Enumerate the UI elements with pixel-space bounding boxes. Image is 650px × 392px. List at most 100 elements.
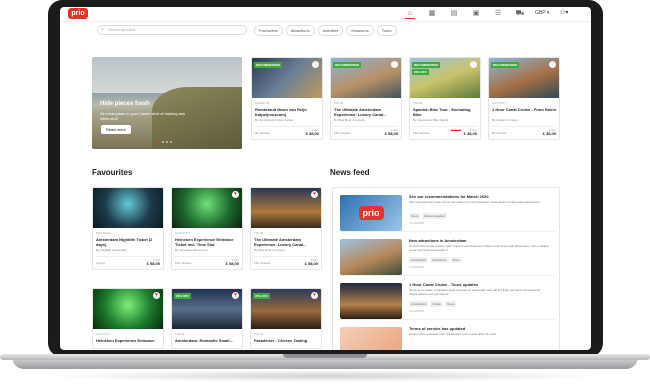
product-card[interactable]: RECOMMENDED 20% OFF ♡ TOUR Spanish Bike …	[409, 57, 481, 140]
favourite-icon[interactable]: ♥	[153, 292, 160, 299]
chip-attractions[interactable]: Attractions	[285, 25, 315, 36]
favourite-icon[interactable]: ♡	[470, 61, 477, 68]
news-title[interactable]: New attractions in Amsterdam	[409, 238, 466, 243]
card-duration: 120 minutes	[254, 261, 271, 265]
favourite-card[interactable]: ♥ ACTIVITY Heineken Experience Entrance …	[171, 187, 243, 270]
status-badge: RECOMMENDED	[254, 62, 283, 68]
news-tag[interactable]: Tours	[409, 213, 421, 219]
list-icon[interactable]: ☰	[493, 9, 503, 19]
favourite-icon[interactable]: ♥	[232, 292, 239, 299]
chip-activities[interactable]: Activities	[317, 25, 344, 36]
discount-badge: 20% OFF	[412, 69, 429, 75]
card-image: RECOMMENDED 20% OFF ♡	[410, 58, 480, 98]
favourite-card[interactable]: ♥ TOUR The Ultimate Amsterdam Experience…	[250, 187, 322, 270]
card-duration: 90 minutes	[255, 131, 270, 135]
news-tag[interactable]: Attractions	[430, 257, 449, 263]
card-duration: 120 minutes	[334, 131, 351, 135]
prio-logo[interactable]: prio	[68, 8, 88, 19]
chip-tours[interactable]: Tours	[376, 25, 397, 36]
card-duration: 120 minutes	[413, 131, 430, 135]
product-card[interactable]: RECOMMENDED ♡ TOUR The Ultimate Amsterda…	[330, 57, 402, 140]
news-feed-panel: prio See our recommendations for March 2…	[332, 187, 560, 350]
card-provider: By Blue Boat Company	[334, 118, 366, 122]
card-price: £ 38,00	[305, 131, 319, 136]
favourite-icon[interactable]: ♡	[312, 61, 319, 68]
ticket-icon[interactable]: ▣	[471, 9, 481, 19]
card-title: Heineken Experience Entrance	[96, 338, 155, 343]
read-more-button[interactable]: Read more	[101, 125, 131, 134]
search-icon: ⌕	[101, 27, 104, 33]
news-thumbnail	[340, 239, 402, 275]
favourite-icon[interactable]: ♥	[311, 191, 318, 198]
news-tag[interactable]: Cruise	[430, 301, 444, 307]
favourite-icon[interactable]: ♥	[311, 292, 318, 299]
chip-museums[interactable]: Museums	[346, 25, 374, 36]
card-category: ACTIVITY	[492, 101, 508, 105]
carousel-dot[interactable]	[158, 141, 160, 143]
news-feed-title: News feed	[330, 168, 370, 177]
news-title[interactable]: See our recommendations for March 2020	[409, 194, 489, 199]
card-price: £ 38,00	[542, 131, 556, 136]
favourites-title: Favourites	[92, 168, 133, 177]
favourite-icon[interactable]: ♡	[391, 61, 398, 68]
product-card[interactable]: RECOMMENDED ♡ MUSEUM Rembrandt Moon van …	[251, 57, 323, 140]
news-item[interactable]: New attractions in Amsterdam Ut enim ad …	[337, 236, 557, 276]
card-image: RECOMMENDED ♡	[489, 58, 559, 98]
carousel-dot[interactable]	[162, 141, 164, 143]
news-thumbnail	[340, 327, 402, 350]
home-icon[interactable]: ⌂	[405, 9, 415, 19]
news-tag[interactable]: Tours	[445, 301, 457, 307]
news-date: 12/02/2020	[409, 309, 425, 313]
news-description: Ut enim ad minima veniam, quis nostrum e…	[409, 244, 549, 252]
news-item[interactable]: Terms of service has updated Neque porro…	[337, 324, 557, 350]
carousel-dot[interactable]	[170, 141, 172, 143]
filter-chips: Favourites Attractions Activities Museum…	[254, 25, 397, 36]
news-title[interactable]: Terms of service has updated	[409, 326, 465, 331]
card-image: ♥	[251, 188, 321, 228]
search-row: ⌕ Search product Favourites Attractions …	[60, 24, 591, 38]
document-icon[interactable]: ▤	[449, 9, 459, 19]
laptop-shadow	[40, 370, 610, 382]
chip-favourites[interactable]: Favourites	[254, 25, 283, 36]
card-title: Amsterdam: Romantic Small...	[175, 338, 233, 343]
grid-icon[interactable]: ▦	[427, 9, 437, 19]
search-input[interactable]: ⌕ Search product	[97, 25, 247, 35]
news-tag[interactable]: Recommended	[422, 213, 447, 219]
card-title: Spanish Bike Tour - Excluding Bike	[413, 107, 471, 117]
news-tag[interactable]: Tours	[450, 257, 462, 263]
news-item[interactable]: 1 Hour Canal Cruise - Tours updates Nemo…	[337, 280, 557, 320]
news-tag[interactable]: Amsterdam	[409, 301, 429, 307]
card-provider: By Nightlife Amsterdam	[96, 248, 128, 252]
hero-banner[interactable]: Hide pieces fresh All creat plans in you…	[92, 57, 242, 149]
favourite-icon[interactable]: ♡	[549, 61, 556, 68]
card-category: ACTIVITY	[96, 332, 112, 336]
cart-icon[interactable]: ⛟	[515, 9, 525, 19]
card-provider: By Rembrandt Online Kalpel.	[255, 118, 294, 122]
card-title: Heineken Experience Entrance Ticket Incl…	[175, 237, 234, 247]
news-title[interactable]: 1 Hour Canal Cruise - Tours updates	[409, 282, 478, 287]
card-category: MUSEUM	[255, 101, 270, 105]
card-category: TOUR	[334, 101, 344, 105]
news-description: Sed ut perspiciatis unde omnis iste natu…	[409, 200, 541, 204]
card-category: ACTIVITY	[175, 231, 191, 235]
news-item[interactable]: prio See our recommendations for March 2…	[337, 192, 557, 232]
currency-select[interactable]: GBP ▾	[535, 10, 549, 16]
favourite-card[interactable]: FESTIVAL Amsterdam Nightlife Ticket (2 d…	[92, 187, 164, 270]
card-category: TOUR	[254, 231, 264, 235]
news-description: Neque porro quisquam est, qui dolorem ip…	[409, 332, 497, 336]
carousel-dots	[158, 141, 172, 143]
news-tag[interactable]: Amsterdam	[409, 257, 429, 263]
card-old-price: £ 56,00	[450, 128, 461, 132]
favourite-card[interactable]: 20% OFF ♥ TOUR Amsterdam: Romantic Small…	[171, 288, 243, 349]
product-card[interactable]: RECOMMENDED ♡ ACTIVITY 1 Hour Canal Crui…	[488, 57, 560, 140]
card-price: £ 58,00	[304, 261, 318, 266]
carousel-dot[interactable]	[166, 141, 168, 143]
card-footer: 60 minutes From £ 38,00	[492, 126, 556, 136]
card-price: £ 48,00	[463, 131, 477, 136]
favourite-card[interactable]: 20% OFF ♥ TOUR Paradeiser - Cheese Tasti…	[250, 288, 322, 349]
discount-badge: 20% OFF	[174, 293, 191, 299]
favourite-card[interactable]: ♥ ACTIVITY Heineken Experience Entrance	[92, 288, 164, 349]
user-icon[interactable]: ⚇▾	[560, 9, 568, 16]
favourite-icon[interactable]: ♥	[232, 191, 239, 198]
card-provider: By Blue Boat Company	[254, 248, 286, 252]
